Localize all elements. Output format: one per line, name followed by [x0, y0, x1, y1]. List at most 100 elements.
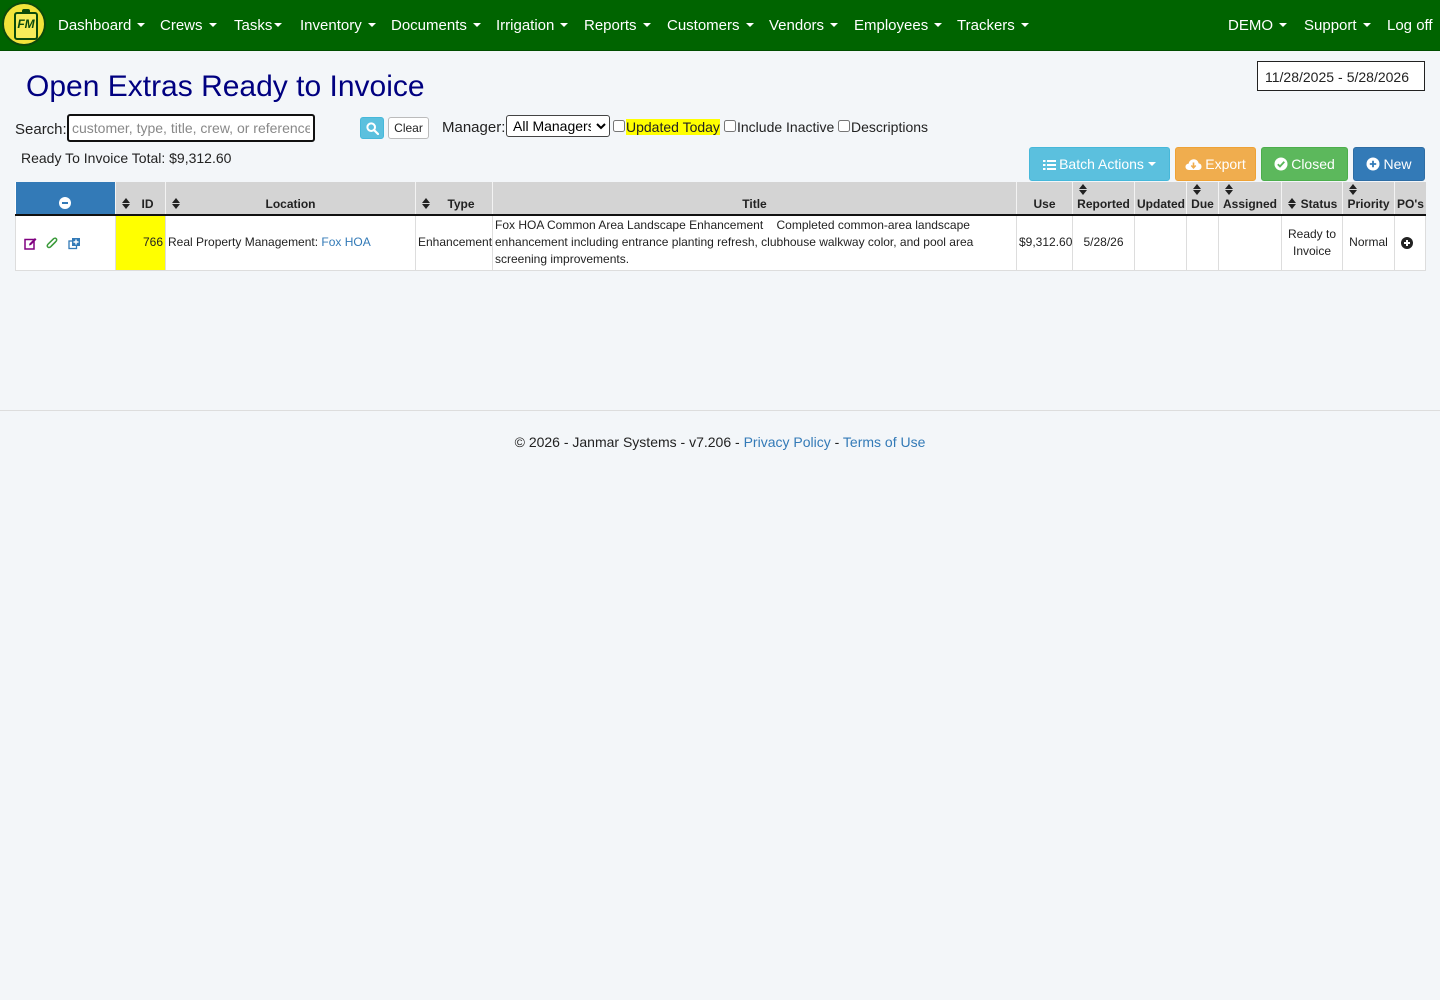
header-id-label: ID	[141, 197, 154, 211]
date-to: 5/28/2026	[1346, 69, 1409, 85]
sort-icon[interactable]	[122, 198, 130, 209]
row-priority: Normal	[1342, 215, 1395, 271]
search-label: Search:	[15, 121, 67, 138]
plus-circle-icon	[1366, 157, 1380, 171]
caret-down-icon	[472, 23, 481, 27]
caret-down-icon	[642, 23, 651, 27]
date-from: 11/28/2025	[1265, 69, 1335, 85]
batch-actions-button[interactable]: Batch Actions	[1029, 147, 1170, 181]
include-inactive-checkbox[interactable]	[724, 120, 736, 132]
sort-icon[interactable]	[172, 198, 180, 209]
paperclip-icon[interactable]	[46, 237, 58, 250]
top-navbar: FM Dashboard Crews Tasks Inventory Docum…	[0, 0, 1440, 51]
descriptions-label: Descriptions	[851, 119, 929, 135]
updated-today-checkbox[interactable]	[613, 120, 625, 132]
header-pos-label: PO's	[1397, 197, 1424, 211]
expand-all-header[interactable]	[15, 182, 116, 216]
updated-today-filter[interactable]: Updated Today	[613, 119, 720, 135]
date-range-picker[interactable]: 11/28/2025-5/28/2026	[1257, 61, 1425, 91]
caret-down-icon	[1362, 23, 1371, 27]
header-location[interactable]: Location	[165, 182, 416, 216]
edit-icon[interactable]	[24, 237, 37, 250]
row-type: Enhancement	[415, 215, 493, 271]
caret-down-icon	[274, 23, 283, 27]
updated-today-label: Updated Today	[626, 119, 720, 135]
date-separator: -	[1338, 69, 1343, 85]
sort-icon[interactable]	[1079, 184, 1087, 195]
header-priority[interactable]: Priority	[1342, 182, 1395, 216]
nav-inventory[interactable]: Inventory	[300, 17, 376, 34]
nav-crews[interactable]: Crews	[160, 17, 217, 34]
clear-button[interactable]: Clear	[388, 117, 429, 139]
header-due[interactable]: Due	[1186, 182, 1219, 216]
caret-down-icon	[934, 23, 943, 27]
row-id[interactable]: 766	[115, 215, 166, 271]
extras-table: ID Location Type Title Use Reported Upda…	[15, 182, 1426, 271]
nav-demo[interactable]: DEMO	[1228, 17, 1287, 34]
caret-down-icon	[367, 23, 376, 27]
header-updated-label: Updated	[1137, 197, 1185, 211]
closed-button[interactable]: Closed	[1261, 147, 1348, 181]
row-title: Fox HOA Common Area Landscape Enhancemen…	[492, 215, 1017, 271]
row-actions	[15, 215, 116, 271]
manager-select[interactable]: All Managers	[506, 115, 610, 137]
privacy-policy-link[interactable]: Privacy Policy	[744, 434, 831, 450]
header-title-label: Title	[742, 197, 767, 211]
nav-support[interactable]: Support	[1304, 17, 1371, 34]
include-inactive-filter[interactable]: Include Inactive	[724, 119, 834, 135]
nav-customers[interactable]: Customers	[667, 17, 754, 34]
list-icon	[1043, 160, 1057, 170]
header-id[interactable]: ID	[115, 182, 166, 216]
nav-logoff[interactable]: Log off	[1387, 17, 1433, 34]
row-reported: 5/28/26	[1072, 215, 1135, 271]
table-row[interactable]: 766 Real Property Management: Fox HOA En…	[15, 215, 1426, 271]
caret-down-icon	[1147, 162, 1156, 166]
add-po-icon[interactable]	[1401, 237, 1413, 250]
batch-actions-label: Batch Actions	[1059, 156, 1144, 172]
nav-reports[interactable]: Reports	[584, 17, 651, 34]
nav-documents[interactable]: Documents	[391, 17, 481, 34]
page-title: Open Extras Ready to Invoice	[26, 70, 425, 103]
descriptions-checkbox[interactable]	[838, 120, 850, 132]
header-reported[interactable]: Reported	[1072, 182, 1135, 216]
new-label: New	[1383, 156, 1412, 172]
new-button[interactable]: New	[1353, 147, 1425, 181]
total-label: Ready To Invoice Total:	[21, 150, 166, 166]
header-assigned-label: Assigned	[1222, 197, 1277, 211]
caret-down-icon	[1020, 23, 1029, 27]
nav-trackers[interactable]: Trackers	[957, 17, 1029, 34]
footer-copyright: © 2026 - Janmar Systems - v7.206 -	[514, 434, 740, 450]
footer: © 2026 - Janmar Systems - v7.206 - Priva…	[0, 434, 1440, 450]
sort-icon[interactable]	[422, 198, 430, 209]
export-label: Export	[1205, 156, 1246, 172]
closed-label: Closed	[1291, 156, 1335, 172]
header-assigned[interactable]: Assigned	[1218, 182, 1282, 216]
nav-irrigation[interactable]: Irrigation	[496, 17, 569, 34]
sort-icon[interactable]	[1193, 184, 1201, 195]
nav-employees[interactable]: Employees	[854, 17, 943, 34]
sort-icon[interactable]	[1349, 184, 1357, 195]
caret-down-icon	[560, 23, 569, 27]
app-logo[interactable]: FM	[2, 2, 46, 46]
sort-icon[interactable]	[1288, 198, 1296, 209]
search-input[interactable]	[67, 114, 315, 142]
header-type[interactable]: Type	[415, 182, 493, 216]
nav-dashboard[interactable]: Dashboard	[58, 17, 146, 34]
descriptions-filter[interactable]: Descriptions	[838, 119, 928, 135]
duplicate-icon[interactable]	[68, 237, 81, 250]
location-site-link[interactable]: Fox HOA	[321, 235, 370, 249]
export-button[interactable]: Export	[1175, 147, 1256, 181]
header-status[interactable]: Status	[1281, 182, 1343, 216]
row-use: $9,312.60	[1016, 215, 1073, 271]
nav-tasks[interactable]: Tasks	[234, 17, 283, 34]
header-use-label: Use	[1033, 197, 1056, 211]
terms-of-use-link[interactable]: Terms of Use	[843, 434, 925, 450]
caret-down-icon	[745, 23, 754, 27]
collapse-all-icon[interactable]	[59, 197, 72, 209]
header-pos: PO's	[1394, 182, 1426, 216]
nav-vendors[interactable]: Vendors	[769, 17, 839, 34]
search-button[interactable]	[360, 117, 384, 139]
check-circle-icon	[1274, 157, 1288, 171]
sort-icon[interactable]	[1225, 184, 1233, 195]
header-status-label: Status	[1300, 197, 1338, 211]
